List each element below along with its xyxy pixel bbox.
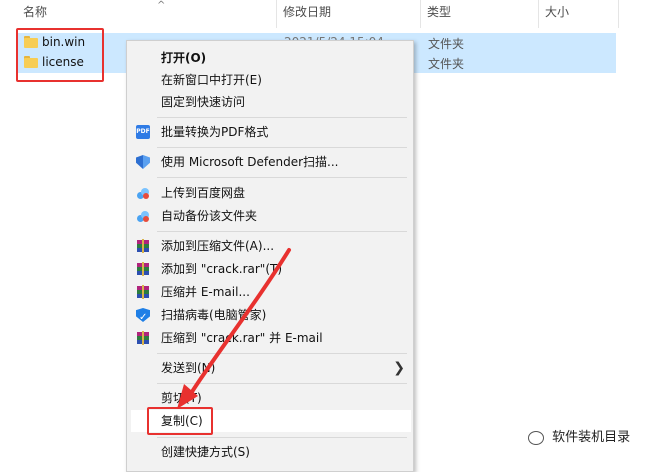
annotation-arrow-icon — [177, 248, 291, 409]
wechat-icon — [528, 430, 544, 445]
watermark: 软件装机目录 — [528, 426, 630, 445]
